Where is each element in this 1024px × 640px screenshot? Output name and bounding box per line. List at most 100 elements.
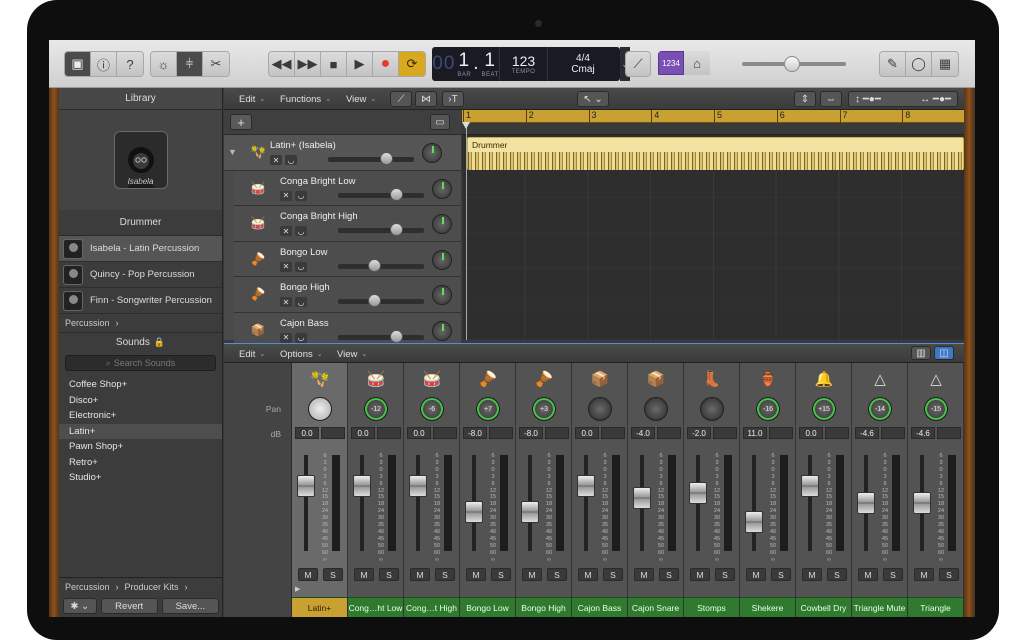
global-tracks-icon[interactable]: ▭	[430, 114, 450, 130]
mute-button[interactable]: M	[914, 568, 934, 581]
channel-name[interactable]: Cong…t High	[404, 597, 459, 617]
mute-button[interactable]: M	[690, 568, 710, 581]
sound-item[interactable]: Latin+	[59, 423, 222, 439]
headphones-icon[interactable]: ◡	[295, 297, 307, 307]
flex-icon[interactable]: ⋈	[415, 91, 437, 107]
sound-item[interactable]: Coffee Shop+	[59, 377, 222, 393]
headphones-icon[interactable]: ◡	[295, 226, 307, 236]
pan-knob[interactable]	[700, 397, 724, 421]
channel-name[interactable]: Bongo High	[516, 597, 571, 617]
lock-icon[interactable]: 🔒	[154, 337, 165, 348]
volume-fader[interactable]	[297, 475, 315, 498]
volume-db-readout[interactable]: 11.0	[743, 427, 767, 439]
media-browser-icon[interactable]: ▦	[932, 52, 958, 76]
single-view-icon[interactable]: ▥	[911, 346, 931, 360]
notepad-icon[interactable]: ✎	[880, 52, 906, 76]
track-volume-slider[interactable]	[338, 187, 424, 201]
volume-db-readout[interactable]: -2.0	[687, 427, 711, 439]
volume-db-readout[interactable]: 0.0	[295, 427, 319, 439]
track-volume-slider[interactable]	[338, 223, 424, 236]
volume-db-readout[interactable]: 0.0	[351, 427, 375, 439]
lcd-display[interactable]: 00 1 BAR . 1 BEAT 123 TEMPO 4/4 Cmaj	[432, 47, 620, 81]
tuner-icon[interactable]: ⟋	[626, 52, 650, 76]
drummer-region[interactable]: Drummer	[467, 137, 964, 170]
library-button[interactable]: ▣	[65, 52, 91, 76]
solo-button[interactable]: S	[435, 568, 455, 581]
cycle-button[interactable]: ⟳	[399, 52, 425, 76]
editors-button[interactable]: ✂	[203, 52, 229, 76]
mixer-button[interactable]: ⫩	[177, 52, 203, 76]
playhead[interactable]	[462, 122, 470, 340]
mute-icon[interactable]: ✕	[280, 261, 292, 272]
channel-name[interactable]: Cajon Bass	[572, 597, 627, 617]
metronome-icon[interactable]: ⌂	[684, 51, 710, 75]
volume-db-readout[interactable]: -8.0	[463, 427, 487, 439]
mute-button[interactable]: M	[466, 568, 486, 581]
track-volume-knob[interactable]	[379, 152, 393, 165]
track-pan-knob[interactable]	[432, 249, 452, 270]
master-volume-knob[interactable]	[784, 56, 800, 72]
sound-item[interactable]: Retro+	[59, 455, 222, 471]
pan-knob[interactable]: -6	[420, 397, 444, 421]
revert-button[interactable]: Revert	[100, 598, 158, 614]
solo-button[interactable]: S	[547, 568, 567, 581]
mute-icon[interactable]: ✕	[280, 297, 292, 307]
headphones-icon[interactable]: ◡	[295, 261, 307, 272]
track-volume-knob[interactable]	[389, 187, 403, 201]
loop-browser-icon[interactable]: ◯	[906, 52, 932, 76]
track-volume-knob[interactable]	[389, 223, 403, 236]
footer-breadcrumb[interactable]: Percussion › Producer Kits ›	[59, 578, 223, 596]
play-button[interactable]: ▶	[347, 52, 373, 76]
track-pan-knob[interactable]	[432, 320, 452, 341]
mute-button[interactable]: M	[354, 568, 374, 581]
track-volume-knob[interactable]	[368, 294, 381, 307]
volume-fader[interactable]	[857, 491, 875, 514]
channel-name[interactable]: Triangle	[908, 597, 963, 617]
fast-forward-button[interactable]: ▶▶	[295, 52, 321, 76]
solo-button[interactable]: S	[939, 568, 959, 581]
solo-button[interactable]: S	[827, 568, 847, 581]
channel-name[interactable]: Cowbell Dry	[796, 597, 851, 617]
mute-icon[interactable]: ✕	[270, 155, 282, 165]
track-pan-knob[interactable]	[422, 143, 442, 163]
sound-item[interactable]: Disco+	[59, 393, 222, 409]
drummer-item[interactable]: Isabela - Latin Percussion	[59, 236, 222, 262]
track-header[interactable]: 🪘 Bongo High ✕ ◡	[234, 277, 461, 313]
mute-button[interactable]: M	[858, 568, 878, 581]
solo-button[interactable]: S	[603, 568, 623, 581]
pan-knob[interactable]: -15	[924, 397, 948, 421]
solo-button[interactable]: S	[883, 568, 903, 581]
track-header[interactable]: 🥁 Conga Bright High ✕ ◡	[234, 206, 461, 242]
volume-fader[interactable]	[353, 475, 371, 498]
mute-button[interactable]: M	[634, 568, 654, 581]
volume-fader[interactable]	[633, 487, 651, 509]
count-in-button[interactable]: 1234	[658, 51, 684, 75]
track-pan-knob[interactable]	[432, 214, 452, 234]
solo-button[interactable]: S	[771, 568, 791, 581]
volume-db-readout[interactable]: 0.0	[575, 427, 599, 439]
mixer-options-menu[interactable]: Options ⌄	[280, 347, 323, 361]
volume-fader[interactable]	[801, 475, 819, 498]
volume-db-readout[interactable]: -8.0	[519, 427, 543, 439]
mixer-view-menu[interactable]: View ⌄	[337, 347, 367, 361]
drummer-item[interactable]: Quincy - Pop Percussion	[59, 262, 222, 288]
mute-button[interactable]: M	[410, 568, 430, 581]
pan-knob[interactable]: +7	[476, 397, 500, 421]
tracks-edit-menu[interactable]: Edit ⌄	[239, 92, 265, 106]
sound-item[interactable]: Electronic+	[59, 408, 222, 424]
track-pan-knob[interactable]	[432, 285, 452, 305]
volume-db-readout[interactable]: -4.6	[855, 427, 879, 439]
mixer-edit-menu[interactable]: Edit ⌄	[239, 347, 265, 361]
ruler-lower[interactable]	[462, 123, 964, 135]
automation-icon[interactable]: ⟋	[390, 91, 412, 107]
rewind-button[interactable]: ◀◀	[269, 52, 295, 76]
solo-button[interactable]: S	[379, 568, 399, 581]
volume-fader[interactable]	[913, 491, 931, 514]
pointer-tool-icon[interactable]: ↖ ⌄	[577, 91, 609, 107]
track-volume-slider[interactable]	[338, 258, 424, 272]
mute-icon[interactable]: ✕	[280, 332, 292, 343]
headphones-icon[interactable]: ◡	[285, 155, 297, 165]
master-volume-slider[interactable]	[742, 56, 846, 72]
track-volume-knob[interactable]	[368, 258, 381, 272]
drummer-item[interactable]: Finn - Songwriter Percussion	[59, 288, 222, 314]
